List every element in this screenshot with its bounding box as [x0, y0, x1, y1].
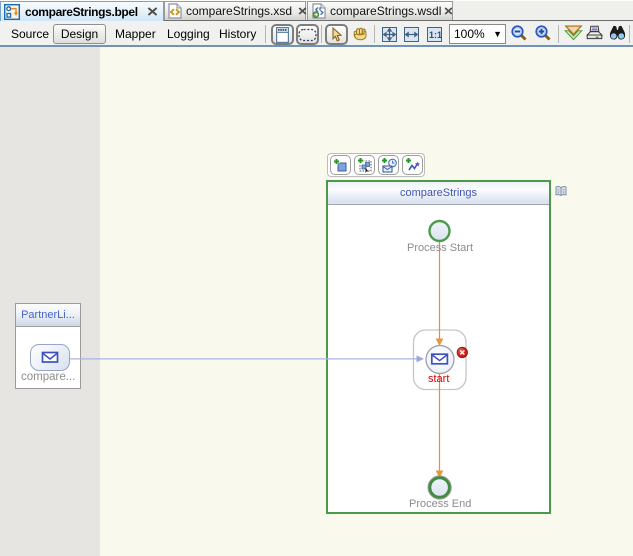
svg-text:1:1: 1:1 — [429, 30, 442, 40]
